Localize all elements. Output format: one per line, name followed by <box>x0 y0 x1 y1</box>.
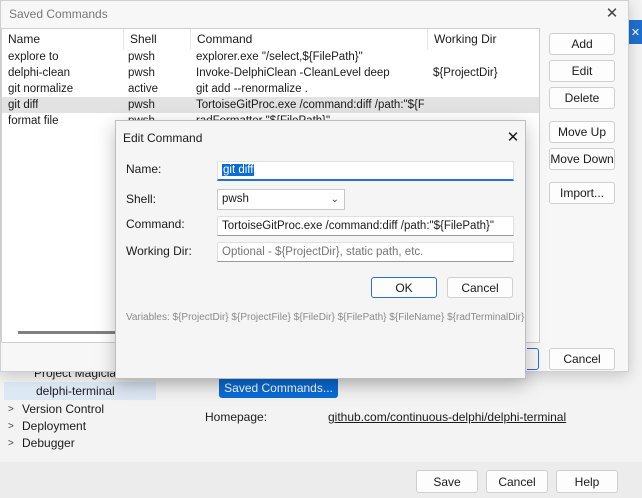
name-label: Name: <box>126 162 162 176</box>
shell-value: pwsh <box>222 193 249 205</box>
close-icon[interactable]: ✕ <box>601 3 623 23</box>
cell-name: git normalize <box>8 83 74 95</box>
working-dir-label: Working Dir: <box>126 244 192 258</box>
background-window-close-icon: ✕ <box>629 20 642 44</box>
cell-shell: pwsh <box>128 67 155 79</box>
homepage-label: Homepage: <box>205 410 268 424</box>
column-header-working-dir[interactable]: Working Dir <box>428 29 539 49</box>
shell-label: Shell: <box>126 192 157 206</box>
cancel-button[interactable]: Cancel <box>447 277 513 298</box>
column-header-name[interactable]: Name <box>2 29 124 49</box>
cancel-button[interactable]: Cancel <box>486 470 548 493</box>
close-icon[interactable]: ✕ <box>502 126 524 148</box>
cell-shell: pwsh <box>128 51 155 63</box>
cancel-button[interactable]: Cancel <box>549 348 615 370</box>
tree-item-label: delphi-terminal <box>36 384 115 398</box>
column-header-command[interactable]: Command <box>191 29 428 49</box>
saved-commands-button[interactable]: Saved Commands... <box>219 377 338 398</box>
tree-item-delphi-terminal[interactable]: delphi-terminal <box>4 382 156 400</box>
ok-button[interactable]: OK <box>371 277 437 298</box>
cell-name: git diff <box>8 99 39 111</box>
edit-button[interactable]: Edit <box>549 60 615 82</box>
variables-hint: Variables: ${ProjectDir} ${ProjectFile} … <box>126 312 525 323</box>
move-down-button[interactable]: Move Down <box>549 148 615 170</box>
cell-name: explore to <box>8 51 59 63</box>
options-footer: Save Cancel Help <box>0 462 642 498</box>
cell-command: TortoiseGitProc.exe /command:diff /path:… <box>196 99 424 111</box>
tree-item-version-control[interactable]: > Version Control <box>8 402 104 416</box>
dialog-title: Edit Command <box>123 131 203 145</box>
cell-command: explorer.exe "/select,${FilePath}" <box>196 51 363 63</box>
command-input[interactable]: TortoiseGitProc.exe /command:diff /path:… <box>217 216 514 236</box>
tree-item-deployment[interactable]: > Deployment <box>8 419 86 433</box>
table-row-selected[interactable]: git diff pwsh TortoiseGitProc.exe /comma… <box>2 97 539 113</box>
chevron-right-icon[interactable]: > <box>8 404 22 415</box>
cell-shell: pwsh <box>128 99 155 111</box>
add-button[interactable]: Add <box>549 33 615 55</box>
chevron-right-icon[interactable]: > <box>8 421 22 432</box>
save-button[interactable]: Save <box>416 470 478 493</box>
table-row[interactable]: git normalize active git add --renormali… <box>2 81 539 97</box>
ok-button-edge[interactable] <box>527 348 539 370</box>
edit-command-dialog: Edit Command ✕ Name: git diff Shell: pws… <box>115 120 526 379</box>
cell-command: git add --renormalize . <box>196 83 308 95</box>
working-dir-input[interactable] <box>217 242 514 262</box>
homepage-link[interactable]: github.com/continuous-delphi/delphi-term… <box>328 410 566 424</box>
name-input[interactable]: git diff <box>217 161 514 181</box>
delete-button[interactable]: Delete <box>549 87 615 109</box>
table-row[interactable]: explore to pwsh explorer.exe "/select,${… <box>2 49 539 65</box>
dialog-title: Saved Commands <box>9 7 108 21</box>
import-button[interactable]: Import... <box>549 182 615 204</box>
name-value: git diff <box>222 164 255 176</box>
column-header-shell[interactable]: Shell <box>124 29 191 49</box>
cell-shell: active <box>128 83 159 95</box>
table-row[interactable]: delphi-clean pwsh Invoke-DelphiClean -Cl… <box>2 65 539 81</box>
command-label: Command: <box>126 217 185 231</box>
cell-name: format file <box>8 115 59 127</box>
tree-item-debugger[interactable]: > Debugger <box>8 436 75 450</box>
command-value: TortoiseGitProc.exe /command:diff /path:… <box>222 220 494 232</box>
cell-working-dir: ${ProjectDir} <box>433 67 498 79</box>
chevron-right-icon[interactable]: > <box>8 438 22 449</box>
cell-name: delphi-clean <box>8 67 71 79</box>
move-up-button[interactable]: Move Up <box>549 121 615 143</box>
tree-item-label: Deployment <box>22 419 87 433</box>
tree-item-label: Debugger <box>22 436 75 450</box>
help-button[interactable]: Help <box>556 470 618 493</box>
tree-item-label: Version Control <box>22 402 105 416</box>
cell-command: Invoke-DelphiClean -CleanLevel deep <box>196 67 390 79</box>
shell-select[interactable]: pwsh ⌄ <box>217 189 345 210</box>
chevron-down-icon: ⌄ <box>330 194 339 205</box>
